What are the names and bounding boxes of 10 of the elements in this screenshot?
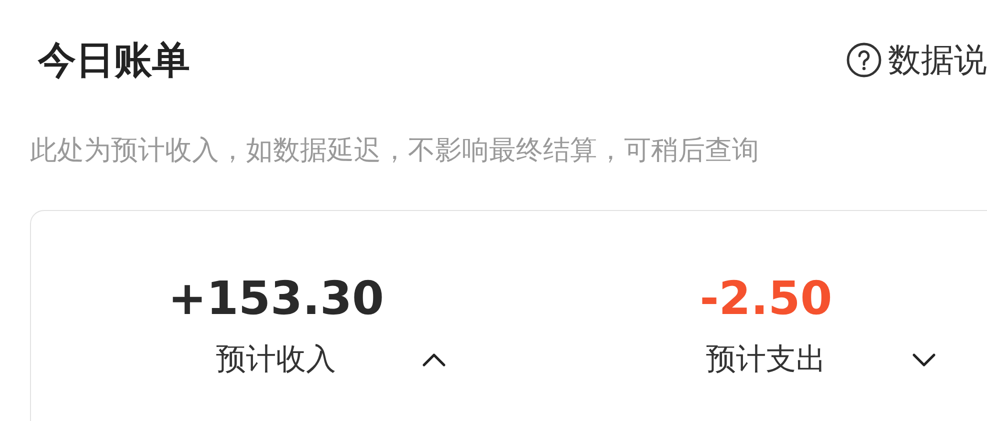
data-info-link[interactable]: 数据说 xyxy=(846,38,987,82)
chevron-up-icon[interactable] xyxy=(422,352,446,366)
amount-value: -2.50 xyxy=(700,271,832,325)
amount-label: 预计收入 xyxy=(216,341,336,379)
notice-text: 此处为预计收入，如数据延迟，不影响最终结算，可稍后查询 xyxy=(30,134,760,168)
amount-value: +153.30 xyxy=(168,271,384,325)
amount-label: 预计支出 xyxy=(706,341,826,379)
page-title: 今日账单 xyxy=(38,36,190,84)
help-icon xyxy=(846,42,882,78)
chevron-down-icon[interactable] xyxy=(912,352,936,366)
